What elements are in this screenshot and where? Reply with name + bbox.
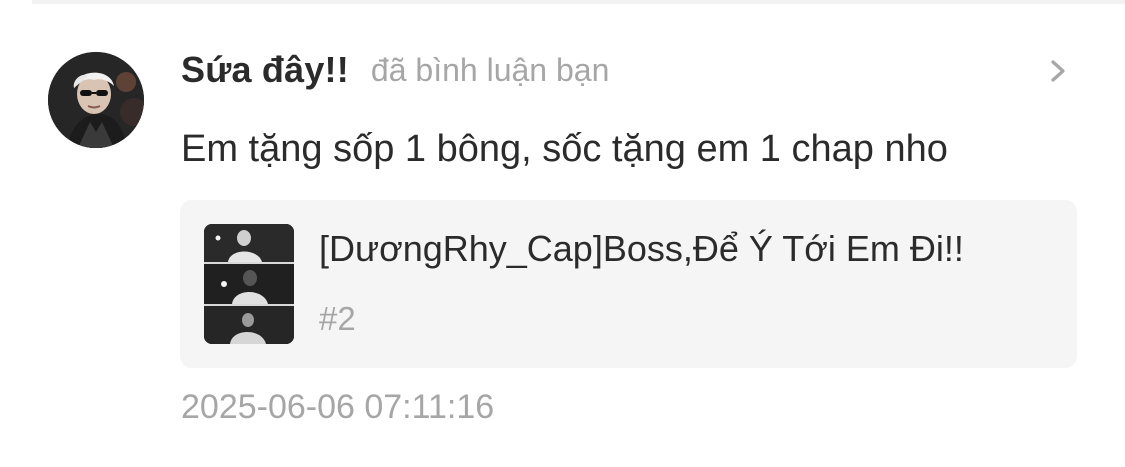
avatar-image <box>48 52 144 148</box>
chevron-right-icon[interactable] <box>1046 56 1072 86</box>
action-text: đã bình luận bạn <box>370 51 610 88</box>
divider <box>32 0 1125 4</box>
chapter-thumbnail <box>204 224 294 344</box>
username[interactable]: Sứa đây!! <box>181 49 349 91</box>
comment-text: Em tặng sốp 1 bông, sốc tặng em 1 chap n… <box>181 128 948 170</box>
chapter-card[interactable]: [DươngRhy_Cap]Boss,Để Ý Tới Em Đi!! #2 <box>180 200 1077 368</box>
chapter-title: [DươngRhy_Cap]Boss,Để Ý Tới Em Đi!! <box>319 228 964 269</box>
chapter-number: #2 <box>319 300 356 337</box>
notification-header: Sứa đây!! đã bình luận bạn <box>181 46 609 94</box>
comment-notification[interactable]: Sứa đây!! đã bình luận bạn Em tặng sốp 1… <box>0 0 1125 467</box>
timestamp: 2025-06-06 07:11:16 <box>181 388 495 426</box>
avatar[interactable] <box>48 52 144 148</box>
